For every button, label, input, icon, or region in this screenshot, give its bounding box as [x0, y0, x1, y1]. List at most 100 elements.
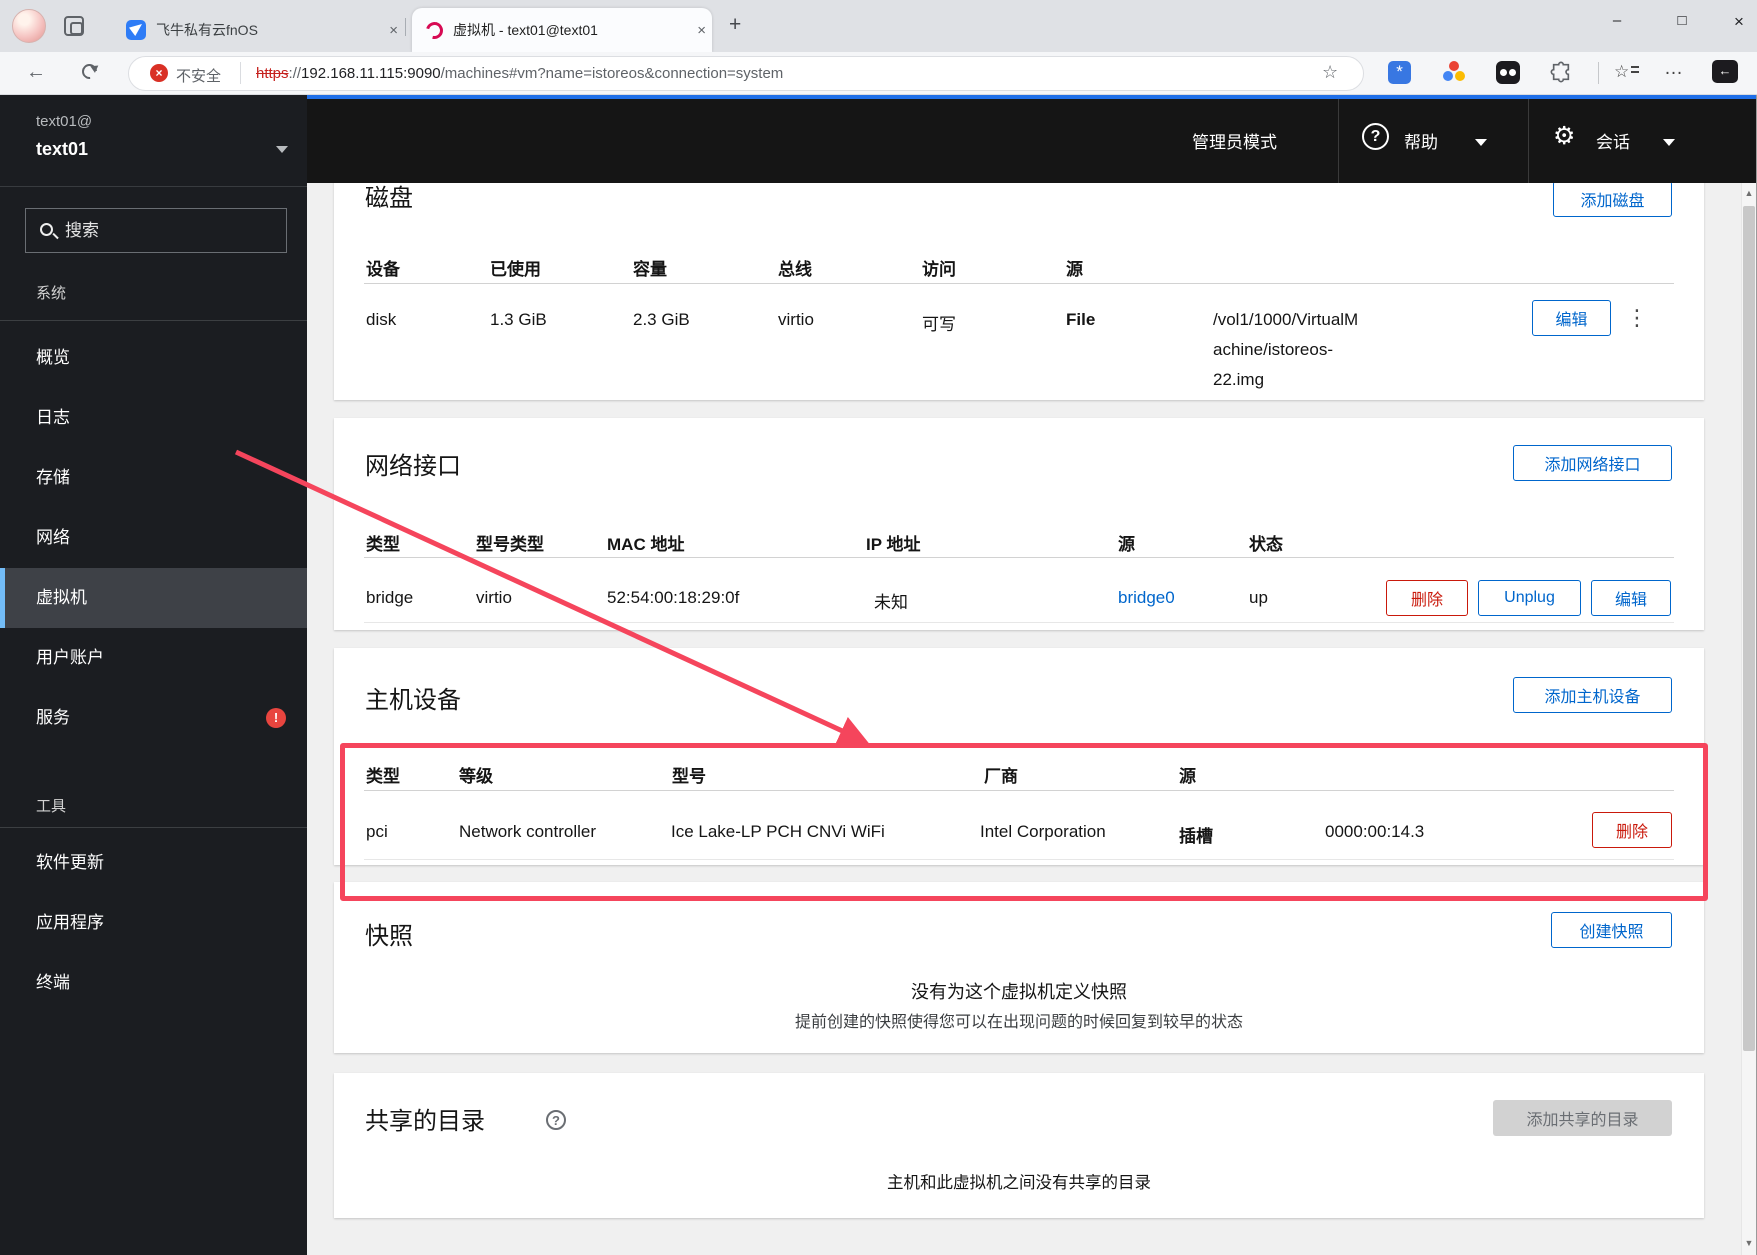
- help-menu[interactable]: 帮助: [1404, 128, 1438, 153]
- col-model: 型号类型: [476, 535, 544, 554]
- disk-edit-button[interactable]: 编辑: [1532, 300, 1611, 336]
- url-separator: ://: [288, 65, 302, 82]
- shared-empty-text: 主机和此虚拟机之间没有共享的目录: [887, 1174, 1151, 1192]
- extensions-puzzle-icon[interactable]: [1550, 61, 1572, 83]
- window-close-button[interactable]: ×: [1724, 12, 1754, 32]
- nic-ip: 未知: [874, 593, 908, 612]
- scrollbar-thumb[interactable]: [1743, 206, 1755, 1051]
- tab-close-icon[interactable]: ×: [691, 22, 712, 39]
- back-icon[interactable]: ←: [26, 61, 46, 84]
- nav-divider: [0, 320, 307, 321]
- sidebar-toggle-icon[interactable]: ←: [1712, 60, 1738, 83]
- nic-model: virtio: [476, 588, 512, 607]
- chevron-down-icon: [1475, 139, 1487, 152]
- session-menu[interactable]: 会话: [1596, 128, 1630, 153]
- network-card: 网络接口 类型 型号类型 MAC 地址 IP 地址 源 状态 bridge vi…: [334, 418, 1704, 630]
- admin-mode-label[interactable]: 管理员模式: [1192, 128, 1277, 153]
- cockpit-favicon: [422, 18, 447, 42]
- tab-groups-icon[interactable]: [64, 16, 84, 36]
- tab-title: 飞牛私有云fnOS: [156, 22, 258, 38]
- col-state: 状态: [1249, 535, 1283, 554]
- col-used: 已使用: [490, 260, 541, 279]
- browser-menu-icon[interactable]: …: [1664, 58, 1683, 80]
- add-network-interface-button[interactable]: 添加网络接口: [1513, 445, 1672, 481]
- disk-used: 1.3 GiB: [490, 310, 547, 329]
- sidebar-item-network[interactable]: 网络: [0, 508, 307, 568]
- dark-extension-icon[interactable]: [1496, 61, 1520, 84]
- add-shared-directory-button[interactable]: 添加共享的目录: [1493, 1100, 1672, 1136]
- disk-bus: virtio: [778, 310, 814, 329]
- sidebar-item-applications[interactable]: 应用程序: [0, 893, 307, 953]
- disk-path-line: /vol1/1000/VirtualM: [1213, 310, 1359, 329]
- fnos-favicon: [126, 20, 146, 40]
- security-warning-label[interactable]: 不安全: [176, 65, 221, 86]
- nav-section-system: 系统: [36, 285, 67, 302]
- browser-tab-vm[interactable]: 虚拟机 - text01@text01 ×: [412, 8, 712, 52]
- nic-delete-button[interactable]: 删除: [1386, 580, 1468, 616]
- insecure-icon[interactable]: ×: [150, 64, 168, 82]
- sidebar-item-accounts[interactable]: 用户账户: [0, 628, 307, 688]
- balloons-extension-icon[interactable]: [1442, 60, 1466, 84]
- nic-state: up: [1249, 588, 1268, 607]
- col-type: 类型: [366, 535, 400, 554]
- sidebar-item-software-updates[interactable]: 软件更新: [0, 833, 307, 893]
- nic-type: bridge: [366, 588, 414, 607]
- help-question-icon[interactable]: ?: [546, 1110, 566, 1130]
- sidebar-search[interactable]: [25, 208, 287, 253]
- tab-title: 虚拟机 - text01@text01: [453, 22, 598, 38]
- col-access: 访问: [922, 260, 956, 279]
- table-divider: [364, 557, 1674, 558]
- sidebar-item-virtual-machines[interactable]: 虚拟机: [0, 568, 307, 628]
- col-mac: MAC 地址: [607, 535, 685, 554]
- bookmark-star-icon[interactable]: ☆: [1322, 62, 1338, 83]
- disk-kebab-icon[interactable]: ⋮: [1626, 305, 1648, 331]
- sidebar-item-overview[interactable]: 概览: [0, 328, 307, 388]
- cockpit-masthead: 管理员模式 ? 帮助 ⚙ 会话: [307, 95, 1757, 183]
- sidebar-item-storage[interactable]: 存储: [0, 448, 307, 508]
- new-tab-button[interactable]: +: [729, 13, 741, 37]
- col-capacity: 容量: [633, 260, 667, 279]
- disk-path-line: 22.img: [1213, 370, 1265, 389]
- url-text[interactable]: https://192.168.11.115:9090/machines#vm?…: [256, 65, 783, 82]
- row-divider: [364, 622, 1674, 623]
- tab-divider: [405, 18, 406, 36]
- browser-profile-avatar[interactable]: [12, 9, 46, 43]
- toolbar-divider: [1598, 62, 1599, 84]
- masthead-accent-bar: [307, 95, 1757, 99]
- scroll-up-icon[interactable]: ▲: [1741, 188, 1757, 198]
- collections-icon[interactable]: ☆: [1614, 62, 1629, 82]
- sidebar-item-terminal[interactable]: 终端: [0, 953, 307, 1013]
- col-source: 源: [1118, 535, 1135, 554]
- nic-unplug-button[interactable]: Unplug: [1478, 580, 1581, 616]
- search-input[interactable]: [65, 220, 255, 241]
- alert-badge: !: [266, 708, 286, 728]
- add-host-device-button[interactable]: 添加主机设备: [1513, 677, 1672, 713]
- masthead-divider: [1528, 95, 1529, 183]
- nic-source-link[interactable]: bridge0: [1118, 588, 1175, 608]
- nic-edit-button[interactable]: 编辑: [1591, 580, 1671, 616]
- col-source: 源: [1066, 260, 1083, 279]
- nav-divider: [0, 827, 307, 828]
- window-maximize-button[interactable]: □: [1667, 12, 1697, 29]
- gear-icon: ⚙: [1553, 122, 1576, 150]
- nic-mac: 52:54:00:18:29:0f: [607, 588, 740, 607]
- scroll-down-icon[interactable]: ▼: [1741, 1238, 1757, 1248]
- browser-tab-fnos[interactable]: 飞牛私有云fnOS ×: [112, 9, 404, 51]
- shared-directories-title: 共享的目录: [365, 1108, 485, 1135]
- annotation-highlight-box: [340, 743, 1708, 901]
- create-snapshot-button[interactable]: 创建快照: [1551, 912, 1672, 948]
- sidebar-item-label: 服务: [36, 708, 70, 727]
- disk-capacity: 2.3 GiB: [633, 310, 690, 329]
- url-host: 192.168.11.115:9090: [301, 65, 441, 82]
- sidebar-item-logs[interactable]: 日志: [0, 388, 307, 448]
- collections-line: [1631, 71, 1639, 73]
- translate-extension-icon[interactable]: *: [1388, 61, 1411, 84]
- host-switcher[interactable]: text01@ text01: [0, 95, 307, 187]
- tab-close-icon[interactable]: ×: [383, 22, 404, 39]
- sidebar-item-services[interactable]: 服务 !: [0, 688, 307, 748]
- window-minimize-button[interactable]: –: [1602, 12, 1632, 29]
- snapshots-title: 快照: [365, 923, 413, 950]
- col-device: 设备: [366, 260, 400, 279]
- add-disk-button[interactable]: 添加磁盘: [1553, 181, 1672, 217]
- snapshots-empty-title: 没有为这个虚拟机定义快照: [911, 982, 1127, 1002]
